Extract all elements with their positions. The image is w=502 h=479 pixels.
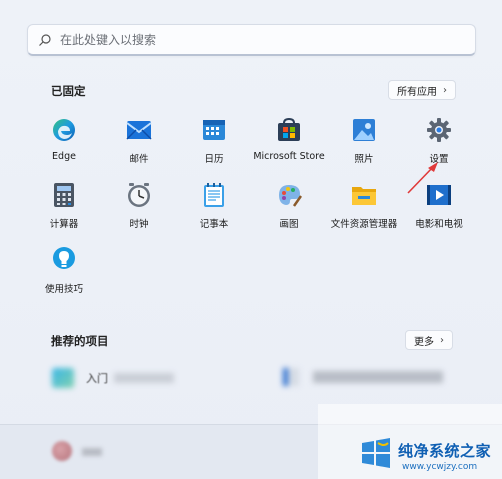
search-icon xyxy=(38,32,54,48)
start-menu: 在此处键入以搜索 已固定 所有应用 › Edge 邮件 日历 Microsoft… xyxy=(0,0,502,479)
store-icon xyxy=(275,116,303,144)
document-icon xyxy=(283,368,299,386)
watermark-url: www.ycwjzy.com xyxy=(402,462,478,472)
settings-gear-icon xyxy=(425,116,453,144)
tips-icon xyxy=(50,246,78,274)
app-label: 时钟 xyxy=(129,219,149,230)
recommended-item-file[interactable] xyxy=(283,368,443,386)
mail-icon xyxy=(125,116,153,144)
more-label: 更多 xyxy=(414,336,434,348)
app-label: 画图 xyxy=(279,219,299,230)
app-clock[interactable]: 时钟 xyxy=(97,181,181,230)
windows-logo-icon xyxy=(362,438,390,468)
paint-icon xyxy=(275,181,303,209)
calculator-icon xyxy=(50,181,78,209)
app-edge[interactable]: Edge xyxy=(22,116,106,162)
app-label: 文件资源管理器 xyxy=(330,219,398,230)
app-label: 电影和电视 xyxy=(415,219,463,230)
recommended-item-meta xyxy=(114,373,174,383)
app-label: Microsoft Store xyxy=(253,151,325,162)
annotation-arrow-icon xyxy=(407,162,438,194)
app-label: 日历 xyxy=(204,154,224,165)
app-file-explorer[interactable]: 文件资源管理器 xyxy=(322,181,406,230)
app-microsoft-store[interactable]: Microsoft Store xyxy=(247,116,331,162)
chevron-right-icon: › xyxy=(440,334,444,346)
search-box[interactable]: 在此处键入以搜索 xyxy=(27,24,476,56)
all-apps-button[interactable]: 所有应用 › xyxy=(388,80,456,100)
app-calendar[interactable]: 日历 xyxy=(172,116,256,165)
search-placeholder: 在此处键入以搜索 xyxy=(60,33,157,47)
file-explorer-icon xyxy=(350,181,378,209)
photos-icon xyxy=(350,116,378,144)
app-label: 记事本 xyxy=(199,219,229,230)
more-button[interactable]: 更多 › xyxy=(405,330,453,350)
user-avatar[interactable] xyxy=(52,441,72,461)
calendar-icon xyxy=(200,116,228,144)
get-started-icon xyxy=(52,368,74,388)
app-label: 照片 xyxy=(354,154,374,165)
app-settings[interactable]: 设置 xyxy=(397,116,481,165)
clock-icon xyxy=(125,181,153,209)
user-name xyxy=(82,448,102,456)
all-apps-label: 所有应用 xyxy=(397,86,437,98)
edge-icon xyxy=(50,116,78,144)
app-label: 计算器 xyxy=(49,219,79,230)
app-label: 使用技巧 xyxy=(44,284,83,295)
watermark-title: 纯净系统之家 xyxy=(398,442,492,460)
app-tips[interactable]: 使用技巧 xyxy=(22,246,106,295)
notepad-icon xyxy=(200,181,228,209)
recommended-item-label: 入门 xyxy=(86,372,108,385)
recommended-item-meta xyxy=(313,371,443,383)
app-mail[interactable]: 邮件 xyxy=(97,116,181,165)
recommended-title: 推荐的项目 xyxy=(51,334,109,348)
app-paint[interactable]: 画图 xyxy=(247,181,331,230)
app-notepad[interactable]: 记事本 xyxy=(172,181,256,230)
app-calculator[interactable]: 计算器 xyxy=(22,181,106,230)
chevron-right-icon: › xyxy=(443,84,447,96)
pinned-title: 已固定 xyxy=(51,84,86,98)
recommended-item-get-started[interactable]: 入门 xyxy=(52,368,174,388)
app-label: 邮件 xyxy=(129,154,149,165)
app-photos[interactable]: 照片 xyxy=(322,116,406,165)
app-label: Edge xyxy=(52,151,76,162)
